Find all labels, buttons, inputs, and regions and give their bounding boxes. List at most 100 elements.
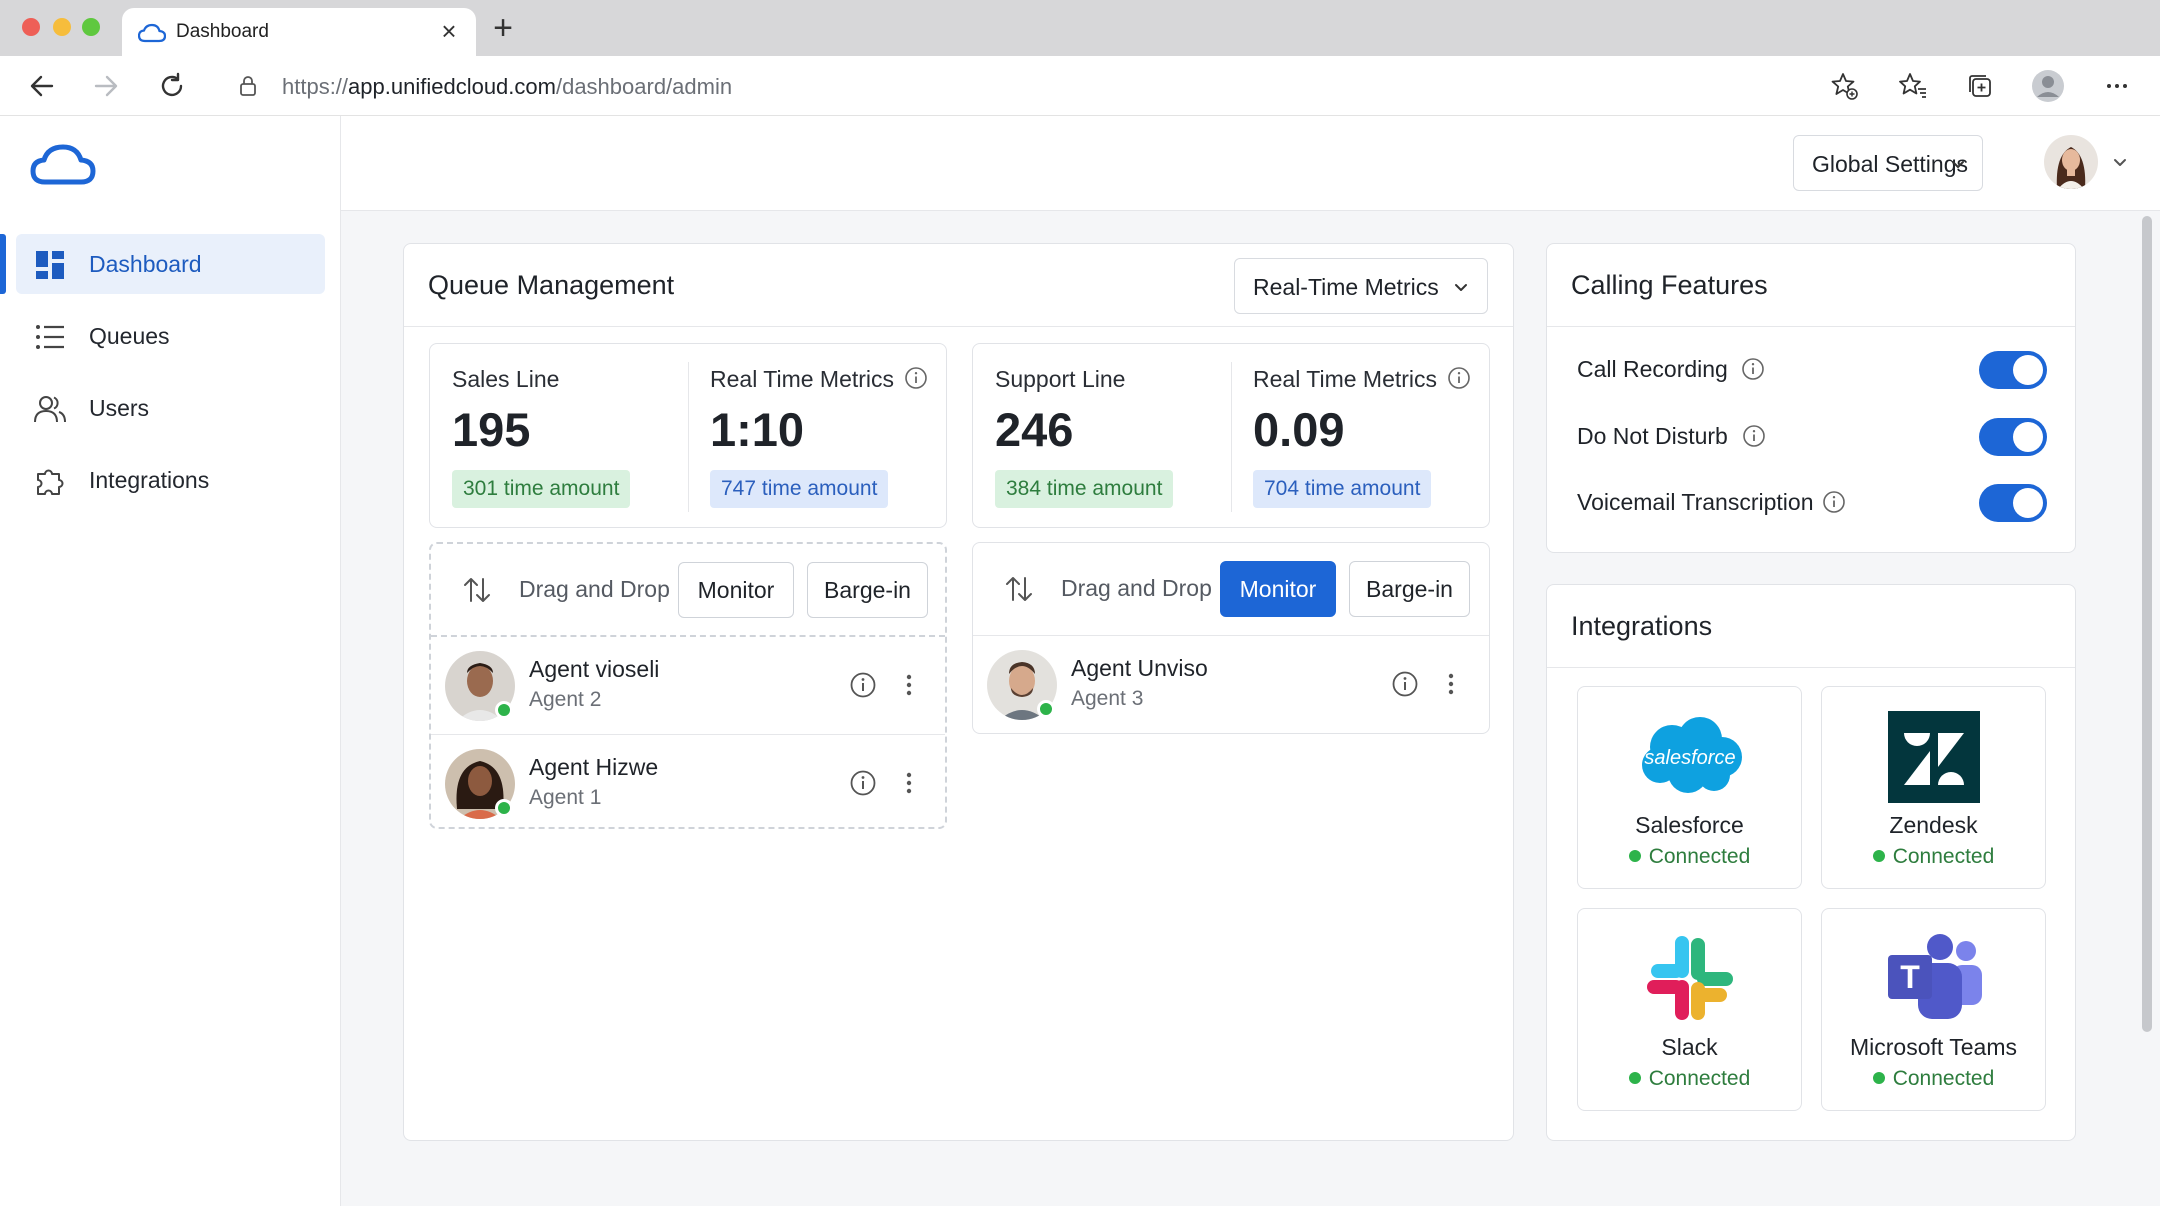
collections-button[interactable]: [1962, 68, 1998, 104]
monitor-button[interactable]: Monitor: [678, 562, 794, 618]
metric-time-pill: 747 time amount: [710, 470, 889, 508]
info-icon[interactable]: [904, 366, 928, 390]
puzzle-icon: [37, 469, 64, 495]
feature-voicemail-transcription: Voicemail Transcription: [1547, 468, 2075, 534]
monitor-button[interactable]: Monitor: [1220, 561, 1336, 617]
line-name: Support Line: [995, 366, 1126, 392]
teams-logo-icon: T: [1887, 934, 1982, 1019]
page-scrollbar[interactable]: [2142, 216, 2152, 1032]
info-icon[interactable]: [849, 671, 877, 699]
profile-icon: [2032, 70, 2064, 102]
panel-title: Integrations: [1571, 611, 1713, 641]
forward-button[interactable]: [86, 66, 126, 106]
agent-row[interactable]: Agent vioseli Agent 2: [431, 637, 945, 734]
integration-slack[interactable]: Slack Connected: [1577, 908, 1802, 1111]
feature-label: Do Not Disturb: [1577, 423, 1728, 449]
url-text: https://app.unifiedcloud.com/dashboard/a…: [282, 74, 733, 99]
feature-do-not-disturb: Do Not Disturb: [1547, 402, 2075, 468]
info-icon[interactable]: [1391, 670, 1419, 698]
info-icon[interactable]: [1822, 490, 1846, 514]
integration-status: Connected: [1822, 845, 2045, 869]
drag-sort-icon[interactable]: [461, 574, 493, 606]
new-tab-icon[interactable]: +: [488, 10, 518, 46]
sales-line-stat-card: Sales Line 195 301 time amount Real Time…: [429, 343, 947, 528]
drag-and-drop-label: Drag and Drop: [1061, 575, 1212, 601]
drag-sort-icon[interactable]: [1003, 573, 1035, 605]
cloud-logo-icon[interactable]: [30, 142, 96, 188]
dashboard-icon: [36, 251, 64, 279]
sidebar-item-label: Queues: [89, 323, 170, 349]
favorite-add-button[interactable]: [1826, 68, 1862, 104]
browser-menu-button[interactable]: [2099, 68, 2135, 104]
sidebar-item-users[interactable]: Users: [16, 378, 325, 438]
user-avatar[interactable]: [2044, 135, 2098, 189]
address-bar: https://app.unifiedcloud.com/dashboard/a…: [0, 56, 2160, 116]
call-recording-toggle[interactable]: [1979, 351, 2047, 389]
profile-button[interactable]: [2030, 68, 2066, 104]
users-icon: [34, 396, 66, 423]
panel-title: Calling Features: [1571, 270, 1768, 300]
more-vertical-icon[interactable]: [895, 769, 923, 797]
support-agent-list[interactable]: Drag and Drop Monitor Barge-in Agent Unv…: [972, 542, 1490, 734]
sidebar-item-label: Dashboard: [89, 251, 202, 277]
more-vertical-icon[interactable]: [1437, 670, 1465, 698]
metrics-dropdown[interactable]: Real-Time Metrics: [1234, 258, 1488, 314]
metrics-dropdown-label: Real-Time Metrics: [1253, 274, 1439, 300]
url-field[interactable]: https://app.unifiedcloud.com/dashboard/a…: [214, 62, 1869, 110]
window-minimize-button[interactable]: [53, 18, 71, 36]
window-zoom-button[interactable]: [82, 18, 100, 36]
user-portrait-icon: [2044, 135, 2098, 189]
do-not-disturb-toggle[interactable]: [1979, 418, 2047, 456]
metric-value: 1:10: [710, 403, 805, 456]
integration-status: Connected: [1578, 1067, 1801, 1091]
agent-name: Agent Unviso: [1071, 655, 1208, 681]
feature-call-recording: Call Recording: [1547, 335, 2075, 401]
more-vertical-icon[interactable]: [895, 671, 923, 699]
browser-tab-active[interactable]: Dashboard ×: [122, 8, 476, 56]
chevron-down-icon: [1952, 161, 1964, 168]
integration-name: Zendesk: [1889, 812, 1978, 838]
feature-label: Call Recording: [1577, 356, 1728, 382]
agent-toolbar: Drag and Drop Monitor Barge-in: [431, 544, 945, 637]
agent-name: Agent vioseli: [529, 656, 660, 682]
salesforce-logo-icon: salesforce: [1641, 717, 1742, 793]
divider: [1547, 326, 2075, 327]
divider: [1547, 667, 2075, 668]
tab-title: Dashboard: [176, 21, 269, 42]
info-icon[interactable]: [1742, 424, 1766, 448]
back-button[interactable]: [22, 66, 62, 106]
divider: [1231, 362, 1232, 512]
browser-tabbar: Dashboard × +: [0, 0, 2160, 56]
arrow-right-icon: [94, 75, 118, 97]
info-icon[interactable]: [1447, 366, 1471, 390]
barge-in-button[interactable]: Barge-in: [1349, 561, 1470, 617]
agent-role: Agent 1: [529, 786, 602, 809]
collections-icon: [1969, 75, 1991, 97]
sidebar-item-label: Integrations: [89, 467, 210, 493]
line-time-pill: 301 time amount: [452, 470, 631, 508]
integration-name: Microsoft Teams: [1849, 1034, 2017, 1060]
window-close-button[interactable]: [22, 18, 40, 36]
info-icon[interactable]: [1741, 357, 1765, 381]
voicemail-transcription-toggle[interactable]: [1979, 484, 2047, 522]
agent-row[interactable]: Agent Unviso Agent 3: [973, 636, 1489, 733]
favorites-button[interactable]: [1895, 68, 1931, 104]
reload-button[interactable]: [152, 66, 192, 106]
agent-row[interactable]: Agent Hizwe Agent 1: [431, 734, 945, 831]
global-settings-dropdown[interactable]: Global Settings: [1793, 135, 1983, 191]
integration-status: Connected: [1578, 845, 1801, 869]
sales-agent-list[interactable]: Drag and Drop Monitor Barge-in Agent vio…: [429, 542, 947, 829]
info-icon[interactable]: [849, 769, 877, 797]
support-line-stat-card: Support Line 246 384 time amount Real Ti…: [972, 343, 1490, 528]
sidebar-item-integrations[interactable]: Integrations: [16, 450, 325, 510]
integration-microsoft-teams[interactable]: T Microsoft Teams Connected: [1821, 908, 2046, 1111]
barge-in-button[interactable]: Barge-in: [807, 562, 928, 618]
chevron-down-icon[interactable]: [2112, 154, 2128, 170]
integration-zendesk[interactable]: Zendesk Connected: [1821, 686, 2046, 889]
online-status-dot: [495, 799, 513, 817]
tab-close-icon[interactable]: ×: [436, 16, 462, 46]
calling-features-panel: Calling Features Call Recording Do Not D…: [1546, 243, 2076, 553]
sidebar-item-dashboard[interactable]: Dashboard: [0, 234, 325, 294]
integration-salesforce[interactable]: salesforce Salesforce Connected: [1577, 686, 1802, 889]
sidebar-item-queues[interactable]: Queues: [16, 306, 325, 366]
